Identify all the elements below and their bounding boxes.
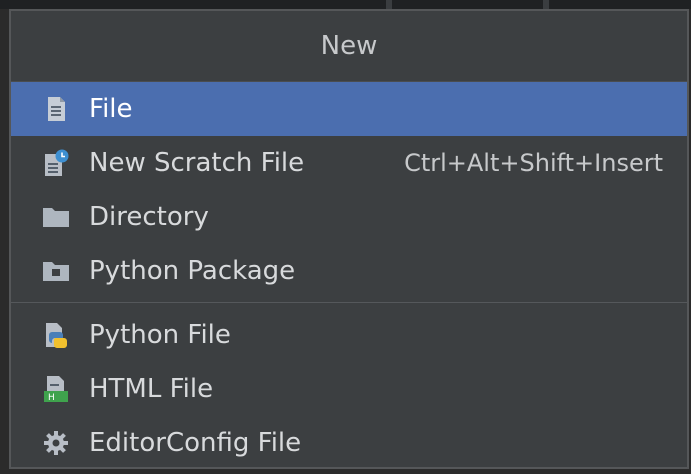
strip-divider (386, 0, 392, 9)
folder-icon (41, 202, 71, 232)
menu-item-python-file[interactable]: Python File (11, 308, 687, 362)
html-file-icon: H (41, 374, 71, 404)
menu-item-label: Python File (89, 320, 231, 350)
menu-item-label: Python Package (89, 256, 296, 286)
popup-title: New (11, 11, 687, 82)
file-icon (41, 94, 71, 124)
menu-separator (11, 302, 687, 303)
background-window-strip (0, 0, 691, 9)
menu-item-directory[interactable]: Directory (11, 190, 687, 244)
menu-item-label: File (89, 94, 133, 124)
menu-item-shortcut: Ctrl+Alt+Shift+Insert (404, 149, 663, 177)
menu-item-label: EditorConfig File (89, 428, 302, 458)
menu-item-html-file[interactable]: H HTML File (11, 362, 687, 416)
menu-item-label: HTML File (89, 374, 214, 404)
svg-text:H: H (48, 393, 55, 403)
menu-item-editorconfig-file[interactable]: EditorConfig File (11, 416, 687, 470)
package-folder-icon (41, 256, 71, 286)
menu-item-label: Directory (89, 202, 209, 232)
scratch-file-icon (41, 148, 71, 178)
gear-icon (41, 428, 71, 458)
menu-item-label: New Scratch File (89, 148, 305, 178)
menu-item-file[interactable]: File (11, 82, 687, 136)
menu-item-python-package[interactable]: Python Package (11, 244, 687, 298)
python-file-icon (41, 320, 71, 350)
menu-item-new-scratch-file[interactable]: New Scratch File Ctrl+Alt+Shift+Insert (11, 136, 687, 190)
new-popup-menu: New File New Scratch File Ctrl+Alt+Shift… (9, 9, 689, 469)
strip-divider (543, 0, 549, 9)
